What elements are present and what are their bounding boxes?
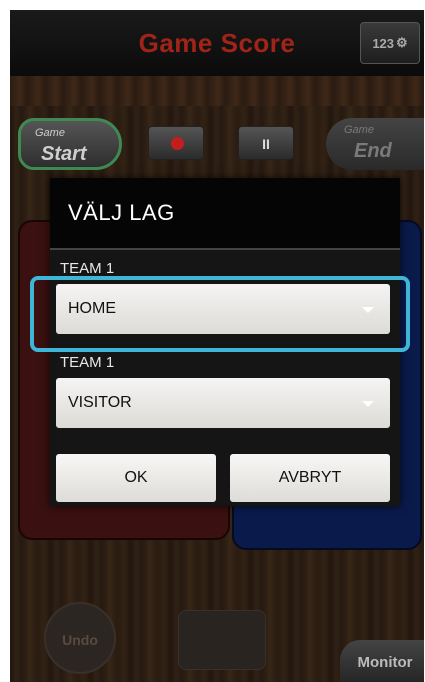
pause-button[interactable]: II xyxy=(238,126,294,160)
team2-label: TEAM 1 xyxy=(60,354,115,371)
team1-value: HOME xyxy=(68,300,116,317)
middle-button[interactable] xyxy=(178,610,266,670)
chevron-down-icon xyxy=(362,401,374,407)
game-end-button[interactable]: Game End xyxy=(326,118,424,170)
undo-button[interactable]: Undo xyxy=(44,602,116,674)
start-small-label: Game xyxy=(35,127,65,139)
cancel-button[interactable]: AVBRYT xyxy=(230,454,390,502)
select-team-dialog: VÄLJ LAG TEAM 1 HOME TEAM 1 VISITOR OK A… xyxy=(50,178,400,506)
settings-label: 123 xyxy=(372,35,395,51)
dialog-button-row: OK AVBRYT xyxy=(50,446,400,506)
pause-icon: II xyxy=(262,136,270,152)
team1-spinner[interactable]: HOME xyxy=(56,284,390,334)
team2-value: VISITOR xyxy=(68,394,132,411)
monitor-button[interactable]: Monitor xyxy=(340,640,424,682)
chevron-down-icon xyxy=(362,307,374,313)
undo-label: Undo xyxy=(62,632,98,648)
dialog-header: VÄLJ LAG xyxy=(50,178,400,250)
title-bar: Game Score 123 ⚙ xyxy=(10,10,424,76)
record-icon xyxy=(171,137,184,150)
team2-spinner[interactable]: VISITOR xyxy=(56,378,390,428)
control-row: Game Start II Game End xyxy=(10,106,424,176)
end-small-label: Game xyxy=(344,124,374,136)
settings-button[interactable]: 123 ⚙ xyxy=(360,22,420,64)
ok-button[interactable]: OK xyxy=(56,454,216,502)
end-big-label: End xyxy=(354,140,392,162)
gear-icon: ⚙ xyxy=(396,35,408,50)
floor-band xyxy=(10,76,424,106)
monitor-label: Monitor xyxy=(357,654,413,671)
game-start-button[interactable]: Game Start xyxy=(18,118,122,170)
dialog-body: TEAM 1 HOME TEAM 1 VISITOR OK AVBRYT xyxy=(50,250,400,506)
record-button[interactable] xyxy=(148,126,204,160)
team1-label: TEAM 1 xyxy=(60,260,115,277)
start-big-label: Start xyxy=(41,143,87,165)
dialog-title: VÄLJ LAG xyxy=(68,200,175,225)
app-title: Game Score xyxy=(138,27,296,58)
